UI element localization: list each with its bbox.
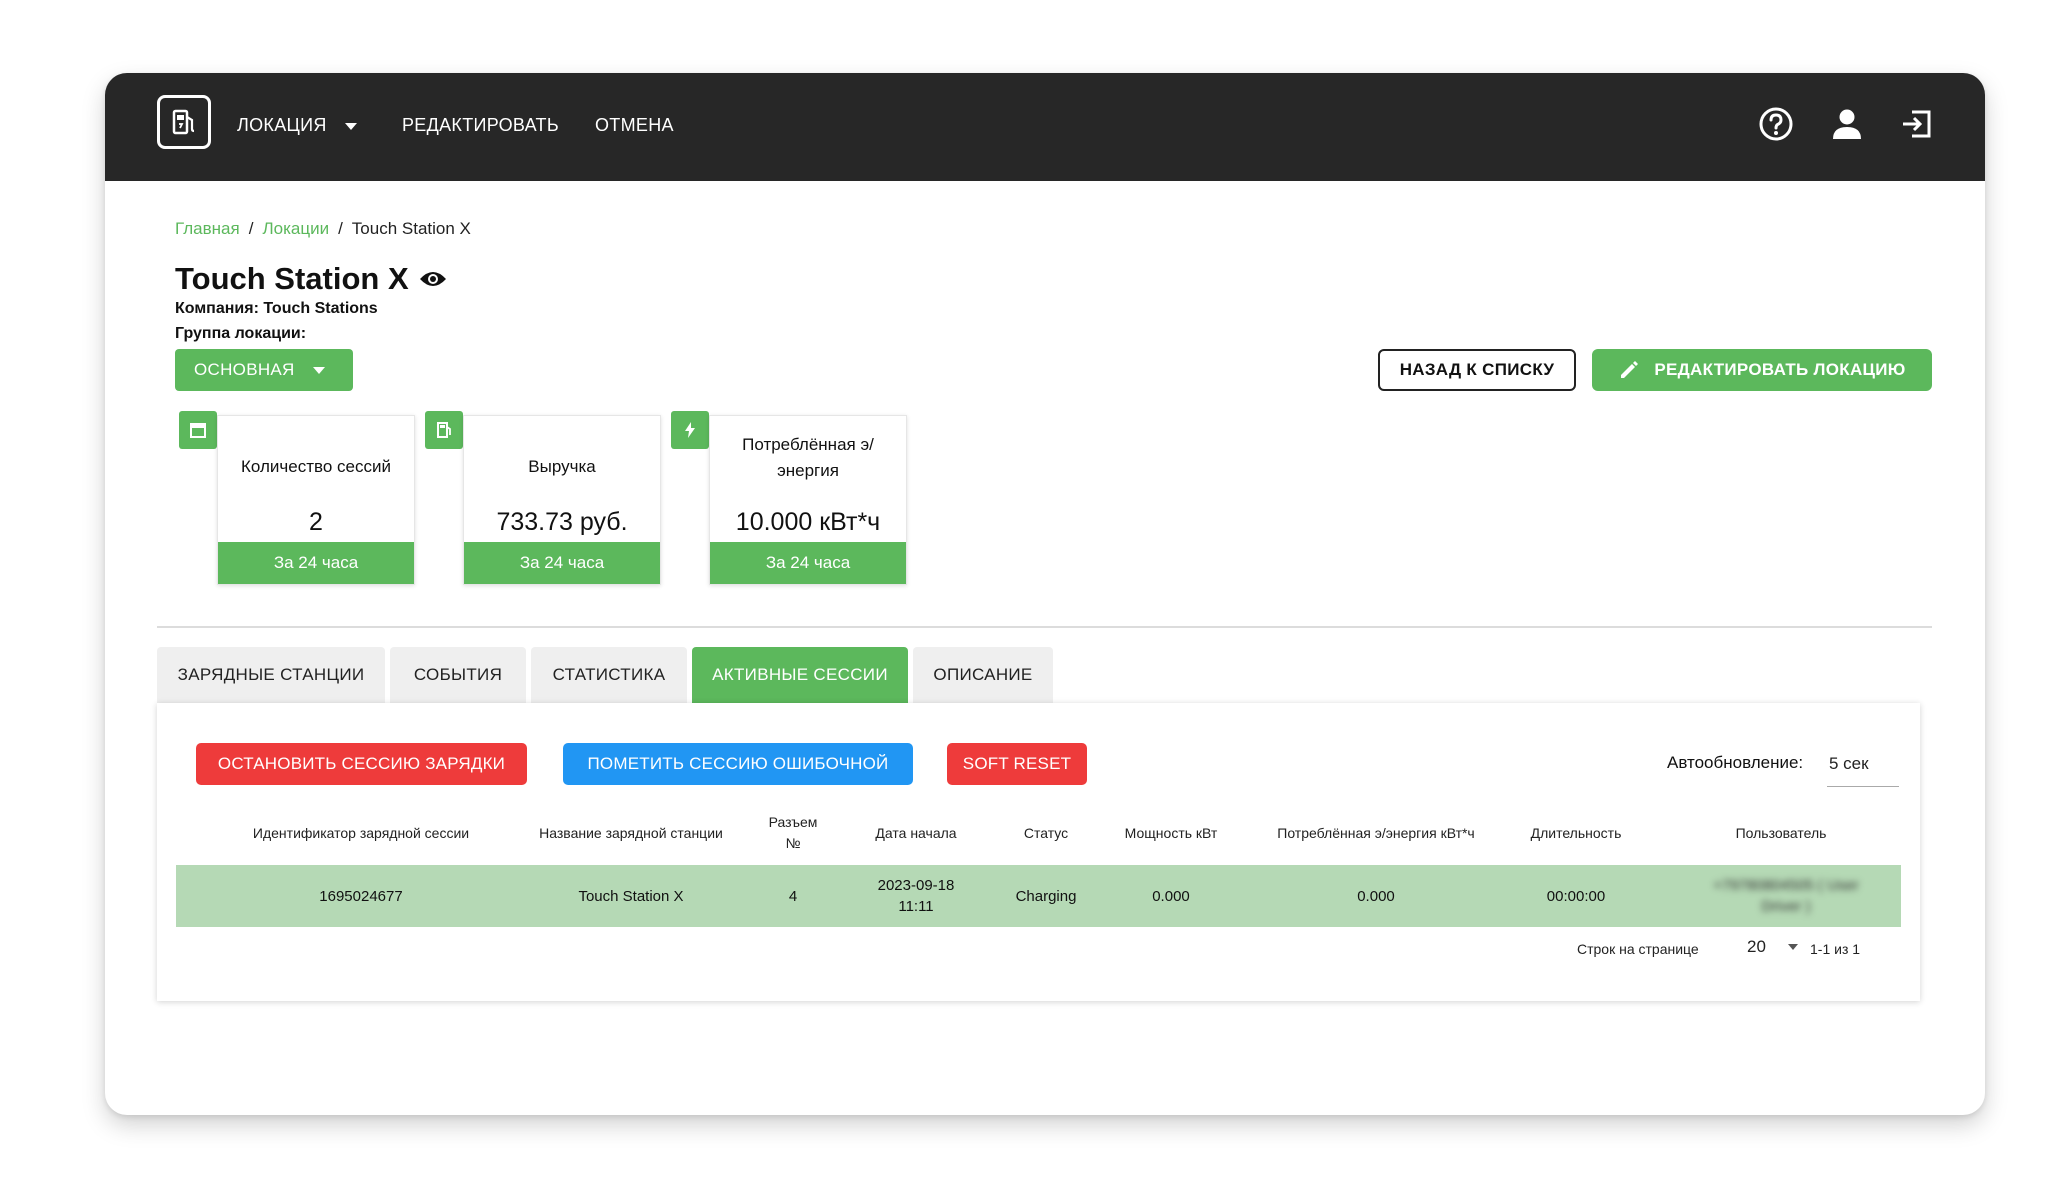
stat-card-sessions: Количество сессий 2 За 24 часа [217, 415, 415, 585]
autoupdate-label: Автообновление: [1667, 753, 1804, 772]
tab-charging-stations[interactable]: ЗАРЯДНЫЕ СТАНЦИИ [157, 647, 385, 703]
logout-icon[interactable] [1896, 103, 1938, 145]
rows-per-page-label: Строк на странице [1577, 941, 1699, 957]
duration-cell: 00:00:00 [1546, 887, 1606, 905]
nav-location-menu[interactable]: ЛОКАЦИЯ [237, 109, 357, 141]
energy-cell: 0.000 [1357, 887, 1395, 905]
chevron-down-icon [344, 122, 357, 130]
stat-value: 2 [309, 508, 323, 536]
column-header[interactable]: Название зарядной станции [531, 803, 731, 863]
stat-value: 733.73 руб. [496, 508, 628, 536]
nav-cancel[interactable]: ОТМЕНА [595, 109, 674, 141]
edit-location-button[interactable]: РЕДАКТИРОВАТЬ ЛОКАЦИЮ [1592, 349, 1932, 391]
column-header[interactable]: Дата начала [856, 803, 976, 863]
active-sessions-panel: ОСТАНОВИТЬ СЕССИЮ ЗАРЯДКИ ПОМЕТИТЬ СЕССИ… [157, 703, 1920, 1001]
breadcrumb: Главная / Локации / Touch Station X [175, 219, 471, 239]
soft-reset-button[interactable]: SOFT RESET [947, 743, 1087, 785]
pencil-icon [1621, 361, 1639, 378]
back-to-list-button[interactable]: НАЗАД К СПИСКУ [1378, 349, 1576, 391]
breadcrumb-locations-link[interactable]: Локации [262, 219, 329, 238]
fuel-station-icon[interactable] [157, 95, 211, 149]
help-icon[interactable] [1755, 103, 1797, 145]
top-navbar: ЛОКАЦИЯ РЕДАКТИРОВАТЬ ОТМЕНА [105, 73, 1985, 181]
calendar-icon [179, 411, 217, 449]
column-header[interactable]: Статус [996, 803, 1096, 863]
column-header[interactable]: Пользователь [1676, 803, 1886, 863]
page-title-text: Touch Station X [175, 261, 409, 296]
start-date-cell: 2023-09-18 11:11 [877, 877, 955, 915]
status-cell: Charging [1015, 887, 1077, 905]
stop-session-button[interactable]: ОСТАНОВИТЬ СЕССИЮ ЗАРЯДКИ [196, 743, 527, 785]
section-divider [157, 626, 1932, 628]
breadcrumb-separator: / [248, 219, 254, 238]
stat-footer: За 24 часа [464, 542, 660, 584]
pagination-info: 1-1 из 1 [1810, 941, 1861, 957]
lightning-icon [671, 411, 709, 449]
eye-icon[interactable] [419, 269, 447, 289]
column-header[interactable]: Разъем № [761, 803, 825, 863]
user-cell: +79780804505 ( User Driver ) [1713, 877, 1859, 915]
session-id-cell: 1695024677 [319, 887, 403, 905]
column-header[interactable]: Длительность [1506, 803, 1646, 863]
nav-location-label: ЛОКАЦИЯ [237, 115, 327, 135]
mark-session-error-button[interactable]: ПОМЕТИТЬ СЕССИЮ ОШИБОЧНОЙ [563, 743, 913, 785]
connector-cell: 4 [788, 887, 798, 905]
station-name-cell: Touch Station X [578, 887, 684, 905]
company-line: Компания: Touch Stations [175, 300, 378, 317]
stat-footer: За 24 часа [710, 542, 906, 584]
page-title: Touch Station X [175, 261, 447, 297]
rows-per-page-select[interactable]: 20 [1747, 937, 1798, 957]
breadcrumb-current: Touch Station X [351, 219, 471, 238]
power-cell: 0.000 [1152, 887, 1190, 905]
stat-label: Выручка [528, 457, 596, 476]
breadcrumb-separator: / [338, 219, 343, 238]
edit-location-label: РЕДАКТИРОВАТЬ ЛОКАЦИЮ [1654, 360, 1906, 379]
app-window: ЛОКАЦИЯ РЕДАКТИРОВАТЬ ОТМЕНА Главная / Л… [105, 73, 1985, 1115]
stat-card-energy: Потреблённая э/энергия 10.000 кВт*ч За 2… [709, 415, 907, 585]
tab-events[interactable]: СОБЫТИЯ [390, 647, 526, 703]
stat-label: Потреблённая э/энергия [742, 435, 874, 480]
location-group-value: ОСНОВНАЯ [194, 360, 295, 379]
fuel-station-icon [425, 411, 463, 449]
stat-card-revenue: Выручка 733.73 руб. За 24 часа [463, 415, 661, 585]
breadcrumb-home-link[interactable]: Главная [175, 219, 240, 238]
nav-edit[interactable]: РЕДАКТИРОВАТЬ [402, 109, 559, 141]
user-icon[interactable] [1826, 103, 1868, 145]
rows-per-page-value: 20 [1747, 937, 1766, 956]
chevron-down-icon [312, 366, 325, 374]
tab-active-sessions[interactable]: АКТИВНЫЕ СЕССИИ [692, 647, 908, 703]
location-group-label: Группа локации: [175, 325, 307, 342]
autoupdate-input[interactable]: 5 сек [1827, 749, 1899, 787]
stat-value: 10.000 кВт*ч [735, 508, 881, 536]
column-header[interactable]: Потреблённая э/энергия кВт*ч [1266, 803, 1486, 863]
column-header[interactable]: Идентификатор зарядной сессии [216, 803, 506, 863]
location-group-select[interactable]: ОСНОВНАЯ [175, 349, 353, 391]
tab-statistics[interactable]: СТАТИСТИКА [531, 647, 687, 703]
stat-label: Количество сессий [241, 457, 391, 476]
stat-footer: За 24 часа [218, 542, 414, 584]
tab-description[interactable]: ОПИСАНИЕ [913, 647, 1053, 703]
chevron-down-icon [1787, 944, 1798, 950]
table-row[interactable]: 1695024677 Touch Station X 4 2023-09-18 … [176, 865, 1901, 927]
column-header[interactable]: Мощность кВт [1121, 803, 1221, 863]
